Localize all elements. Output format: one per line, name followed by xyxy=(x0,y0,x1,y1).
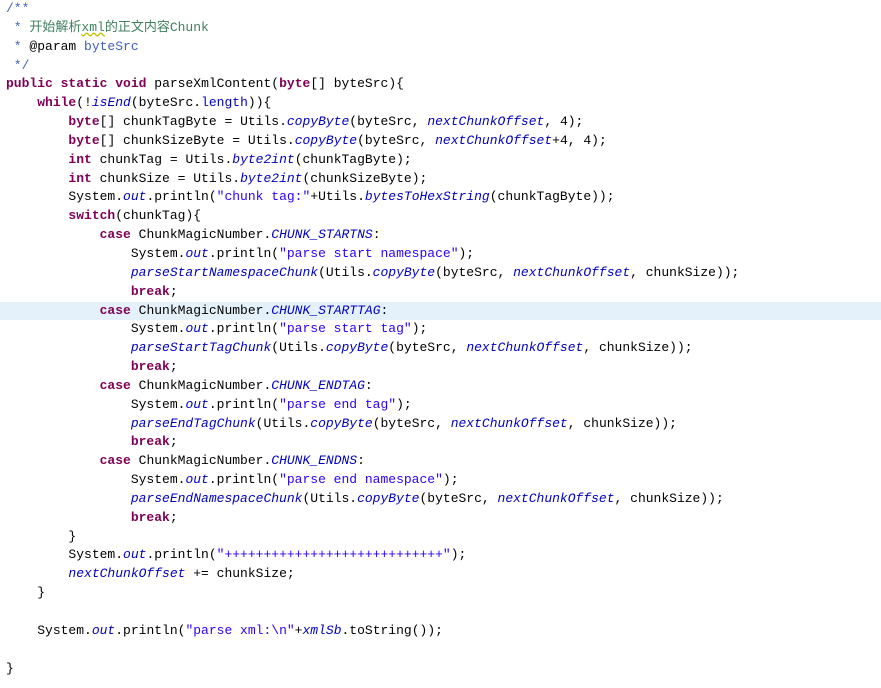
code-line: int chunkSize = Utils.byte2int(chunkSize… xyxy=(0,170,881,189)
code-line: } xyxy=(0,528,881,547)
code-line: break; xyxy=(0,433,881,452)
code-line xyxy=(0,603,881,622)
code-line xyxy=(0,641,881,660)
code-line: byte[] chunkTagByte = Utils.copyByte(byt… xyxy=(0,113,881,132)
code-line: parseStartTagChunk(Utils.copyByte(byteSr… xyxy=(0,339,881,358)
highlighted-line: case ChunkMagicNumber.CHUNK_STARTTAG: xyxy=(0,302,881,321)
code-line: System.out.println("parse end namespace"… xyxy=(0,471,881,490)
code-line: case ChunkMagicNumber.CHUNK_STARTNS: xyxy=(0,226,881,245)
code-line: parseEndTagChunk(Utils.copyByte(byteSrc,… xyxy=(0,415,881,434)
code-line: byte[] chunkSizeByte = Utils.copyByte(by… xyxy=(0,132,881,151)
code-line: public static void parseXmlContent(byte[… xyxy=(0,75,881,94)
code-line: case ChunkMagicNumber.CHUNK_ENDTAG: xyxy=(0,377,881,396)
code-line: * 开始解析xml的正文内容Chunk xyxy=(0,19,881,38)
code-line: int chunkTag = Utils.byte2int(chunkTagBy… xyxy=(0,151,881,170)
doc-close: */ xyxy=(6,58,29,73)
code-line: System.out.println("parse xml:\n"+xmlSb.… xyxy=(0,622,881,641)
code-line: System.out.println("++++++++++++++++++++… xyxy=(0,546,881,565)
code-line: break; xyxy=(0,509,881,528)
doc-open: /** xyxy=(6,1,29,16)
code-line: * @param byteSrc xyxy=(0,38,881,57)
code-line: System.out.println("chunk tag:"+Utils.by… xyxy=(0,188,881,207)
code-line: */ xyxy=(0,57,881,76)
code-line: parseEndNamespaceChunk(Utils.copyByte(by… xyxy=(0,490,881,509)
code-line: } xyxy=(0,584,881,603)
code-line: switch(chunkTag){ xyxy=(0,207,881,226)
code-line: } xyxy=(0,660,881,679)
code-line: parseStartNamespaceChunk(Utils.copyByte(… xyxy=(0,264,881,283)
code-line: /** xyxy=(0,0,881,19)
code-line: nextChunkOffset += chunkSize; xyxy=(0,565,881,584)
code-line: System.out.println("parse start namespac… xyxy=(0,245,881,264)
code-line: case ChunkMagicNumber.CHUNK_ENDNS: xyxy=(0,452,881,471)
code-line: while(!isEnd(byteSrc.length)){ xyxy=(0,94,881,113)
javadoc-tag: @param xyxy=(22,39,77,54)
code-line: System.out.println("parse start tag"); xyxy=(0,320,881,339)
code-line: System.out.println("parse end tag"); xyxy=(0,396,881,415)
code-line: break; xyxy=(0,358,881,377)
code-line: break; xyxy=(0,283,881,302)
